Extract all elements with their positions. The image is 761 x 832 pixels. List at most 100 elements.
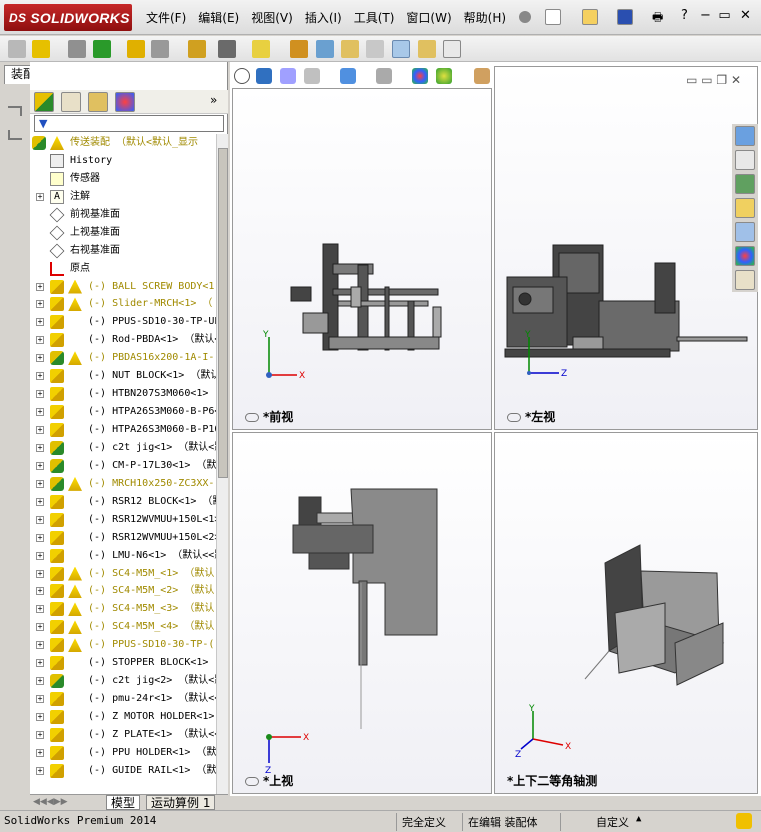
menu-help[interactable]: 帮助(H) (464, 9, 506, 26)
bill-of-materials-icon[interactable] (316, 40, 334, 58)
tree-item[interactable]: 前视基准面 (30, 206, 216, 224)
show-hidden-icon[interactable] (188, 40, 206, 58)
expand-toggle-icon[interactable]: + (36, 569, 44, 578)
expand-toggle-icon[interactable]: + (36, 730, 44, 739)
viewport-window-controls[interactable]: ▭ ▭ ❐ ✕ (686, 73, 741, 87)
tree-item[interactable]: + (-) HTBN207S3M060<1> （默 (30, 385, 216, 403)
edit-appearance-icon[interactable] (412, 68, 428, 84)
expand-toggle-icon[interactable]: + (36, 300, 44, 309)
print-icon[interactable]: 🖶 (652, 9, 668, 25)
expand-toggle-icon[interactable]: + (36, 659, 44, 668)
expand-toggle-icon[interactable]: + (36, 192, 44, 201)
smart-fasteners-icon[interactable] (127, 40, 145, 58)
tab-model[interactable]: 模型 (106, 795, 141, 810)
tree-item[interactable]: 右视基准面 (30, 242, 216, 260)
solidworks-logo[interactable]: DS SOLIDWORKS (4, 4, 132, 31)
file-explorer-icon[interactable] (735, 198, 755, 218)
tree-item[interactable]: + (-) GUIDE RAIL<1> （默认< (30, 762, 216, 780)
home-icon[interactable] (735, 150, 755, 170)
tree-item[interactable]: + (-) STOPPER BLOCK<1> （默 (30, 654, 216, 672)
menu-insert[interactable]: 插入(I) (305, 9, 342, 26)
tree-item[interactable]: History (30, 152, 216, 170)
tree-item[interactable]: + (-) HTPA26S3M060-B-P6<1> (30, 403, 216, 421)
section-view-icon[interactable] (304, 68, 320, 84)
expand-toggle-icon[interactable]: + (36, 408, 44, 417)
feature-manager-icon[interactable] (34, 92, 54, 112)
tree-item[interactable]: + (-) PBDAS16x200-1A-I- (30, 349, 216, 367)
status-units[interactable]: 自定义 (596, 814, 629, 830)
expand-toggle-icon[interactable]: + (36, 318, 44, 327)
expand-toggle-icon[interactable]: + (36, 336, 44, 345)
expand-toggle-icon[interactable]: + (36, 605, 44, 614)
insert-component-icon[interactable] (32, 40, 50, 58)
expand-toggle-icon[interactable]: + (36, 623, 44, 632)
expand-toggle-icon[interactable]: + (36, 748, 44, 757)
tree-item[interactable]: + (-) Slider-MRCH<1> （ (30, 295, 216, 313)
tree-item[interactable]: + (-) SC4-M5M_<4> （默认 (30, 618, 216, 636)
expand-toggle-icon[interactable]: + (36, 426, 44, 434)
tree-item[interactable]: + (-) MRCH10x250-ZC3XX- (30, 475, 216, 493)
zoom-area-icon[interactable] (256, 68, 272, 84)
menu-tools[interactable]: 工具(T) (354, 9, 395, 26)
expand-toggle-icon[interactable]: + (36, 587, 44, 596)
open-folder-icon[interactable] (582, 9, 598, 25)
tree-item[interactable]: + (-) c2t jig<2> （默认<默认 (30, 672, 216, 690)
save-icon[interactable] (617, 9, 633, 25)
expand-toggle-icon[interactable]: + (36, 443, 44, 452)
viewport-top[interactable]: X Z *上视 (232, 432, 492, 794)
tree-item[interactable]: + (-) pmu-24r<1> （默认<<默 (30, 690, 216, 708)
edit-component-icon[interactable] (8, 40, 26, 58)
tree-item[interactable]: + (-) SC4-M5M_<2> （默认 (30, 582, 216, 600)
tree-item[interactable]: 传感器 (30, 170, 216, 188)
view-settings-icon[interactable] (474, 68, 490, 84)
tree-item[interactable]: + (-) Rod-PBDA<1> （默认<< (30, 331, 216, 349)
exploded-view-icon[interactable] (341, 40, 359, 58)
new-document-icon[interactable] (545, 9, 561, 25)
property-manager-icon[interactable] (61, 92, 81, 112)
tree-item[interactable]: + A 注解 (30, 188, 216, 206)
expand-toggle-icon[interactable]: + (36, 695, 44, 704)
rebuild-icon[interactable] (736, 813, 752, 829)
tree-item[interactable]: + (-) HTPA26S3M060-B-P10<1 (30, 421, 216, 439)
assembly-features-icon[interactable] (218, 40, 236, 58)
tree-item[interactable]: + (-) RSR12 BLOCK<1> （默认 (30, 493, 216, 511)
instant3d-icon[interactable] (392, 40, 410, 58)
apply-scene-icon[interactable] (436, 68, 452, 84)
viewport-iso[interactable]: Y X Z *上下二等角轴测 (494, 432, 758, 794)
tree-item[interactable]: + (-) Z PLATE<1> （默认<<默 (30, 726, 216, 744)
expand-toggle-icon[interactable]: + (36, 461, 44, 470)
design-library-icon[interactable] (735, 174, 755, 194)
expand-toggle-icon[interactable]: + (36, 677, 44, 686)
expand-toggle-icon[interactable]: + (36, 533, 44, 542)
explode-line-icon[interactable] (366, 40, 384, 58)
tree-item[interactable]: + (-) BALL SCREW BODY<1 (30, 278, 216, 296)
tree-root[interactable]: 传送装配 （默认<默认_显示 (30, 134, 216, 152)
solidworks-resources-icon[interactable] (735, 126, 755, 146)
tree-item[interactable]: + (-) RSR12WVMUU+150L<2> (30, 529, 216, 547)
units-dropdown-icon[interactable]: ▲ (636, 814, 641, 824)
scrollbar-thumb[interactable] (218, 148, 228, 478)
view-orientation-icon[interactable] (340, 68, 356, 84)
appearances-icon[interactable] (735, 246, 755, 266)
configuration-manager-icon[interactable] (88, 92, 108, 112)
tree-item[interactable]: 上视基准面 (30, 224, 216, 242)
maximize-icon[interactable]: ▭ (716, 8, 733, 24)
previous-view-icon[interactable] (280, 68, 296, 84)
speedpak-icon[interactable] (418, 40, 436, 58)
display-style-icon[interactable] (376, 68, 392, 84)
expand-toggle-icon[interactable]: + (36, 766, 44, 775)
help-icon[interactable]: ? (676, 8, 693, 24)
viewport-front[interactable]: Y X *前视 (232, 88, 492, 430)
expand-panel-icon[interactable]: » (210, 93, 217, 107)
tree-item[interactable]: + (-) PPUS-SD10-30-TP-UPPE (30, 313, 216, 331)
expand-toggle-icon[interactable]: + (36, 372, 44, 381)
new-motion-study-icon[interactable] (290, 40, 308, 58)
close-icon[interactable]: ✕ (737, 8, 754, 24)
tree-item[interactable]: + (-) Z MOTOR HOLDER<1> （ (30, 708, 216, 726)
reference-geometry-icon[interactable] (252, 40, 270, 58)
minimize-icon[interactable]: − (697, 8, 714, 24)
tree-item[interactable]: + (-) PPUS-SD10-30-TP-( (30, 636, 216, 654)
view-palette-icon[interactable] (735, 222, 755, 242)
expand-toggle-icon[interactable]: + (36, 515, 44, 524)
viewport-left[interactable]: ▭ ▭ ❐ ✕ Y Z *左视 (494, 66, 758, 430)
